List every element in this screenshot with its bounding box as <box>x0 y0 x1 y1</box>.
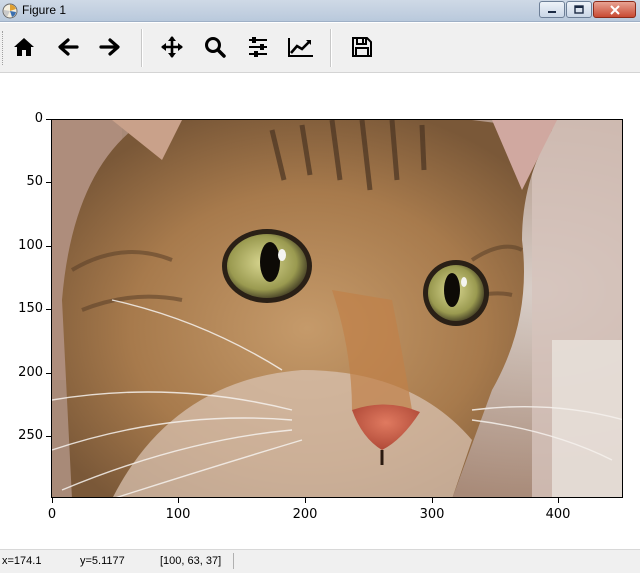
y-tick-label: 150 <box>18 301 43 316</box>
x-tick-mark <box>558 498 559 503</box>
home-icon <box>14 38 34 56</box>
forward-icon <box>99 38 120 56</box>
y-tick-label: 50 <box>26 174 43 189</box>
y-tick-mark <box>46 373 51 374</box>
pan-button[interactable] <box>157 31 187 63</box>
figure-canvas[interactable]: 0 50 100 150 200 250 0 100 200 300 400 <box>0 73 640 549</box>
status-divider <box>233 553 234 569</box>
status-x-coordinate: x=174.1 <box>2 555 42 567</box>
pan-icon <box>161 36 183 58</box>
navigation-toolbar <box>0 23 640 73</box>
save-icon <box>352 37 372 57</box>
forward-button[interactable] <box>95 31 125 63</box>
close-icon <box>609 4 620 15</box>
status-pixel-value: [100, 63, 37] <box>160 555 222 567</box>
zoom-icon <box>205 37 226 58</box>
home-button[interactable] <box>9 31 39 63</box>
x-tick-label: 100 <box>165 507 191 522</box>
cat-image <box>52 120 622 497</box>
minimize-icon <box>548 10 556 13</box>
x-tick-label: 400 <box>545 507 571 522</box>
y-tick-mark <box>46 119 51 120</box>
subplots-button[interactable] <box>243 31 273 63</box>
y-tick-mark <box>46 182 51 183</box>
toolbar-separator <box>330 29 332 67</box>
window-controls <box>538 1 636 19</box>
y-tick-mark <box>46 309 51 310</box>
toolbar-grip[interactable] <box>2 31 7 65</box>
image-axes[interactable] <box>51 119 623 498</box>
y-tick-label: 250 <box>18 428 43 443</box>
minimize-button[interactable] <box>539 1 565 18</box>
y-tick-mark <box>46 246 51 247</box>
status-y-coordinate: y=5.1177 <box>80 555 125 567</box>
zoom-button[interactable] <box>200 31 230 63</box>
x-tick-mark <box>432 498 433 503</box>
x-tick-label: 0 <box>47 507 57 522</box>
x-tick-mark <box>178 498 179 503</box>
save-button[interactable] <box>347 31 377 63</box>
close-button[interactable] <box>593 1 636 18</box>
y-tick-mark <box>46 436 51 437</box>
status-bar: x=174.1 y=5.1177 [100, 63, 37] <box>0 549 640 573</box>
customize-icon <box>288 38 313 57</box>
maximize-button[interactable] <box>566 1 592 18</box>
back-icon <box>58 38 79 56</box>
x-tick-mark <box>52 498 53 503</box>
window-titlebar[interactable]: Figure 1 <box>0 0 640 22</box>
customize-button[interactable] <box>286 31 316 63</box>
back-button[interactable] <box>53 31 83 63</box>
y-tick-label: 200 <box>18 365 43 380</box>
toolbar-separator <box>141 29 143 67</box>
matplotlib-logo-icon <box>2 3 18 19</box>
x-tick-label: 300 <box>419 507 445 522</box>
y-tick-label: 100 <box>18 238 43 253</box>
subplots-icon <box>249 37 267 57</box>
y-tick-label: 0 <box>34 111 43 126</box>
x-tick-label: 200 <box>292 507 318 522</box>
x-tick-mark <box>305 498 306 503</box>
maximize-icon <box>574 5 584 14</box>
window-title: Figure 1 <box>22 3 67 17</box>
